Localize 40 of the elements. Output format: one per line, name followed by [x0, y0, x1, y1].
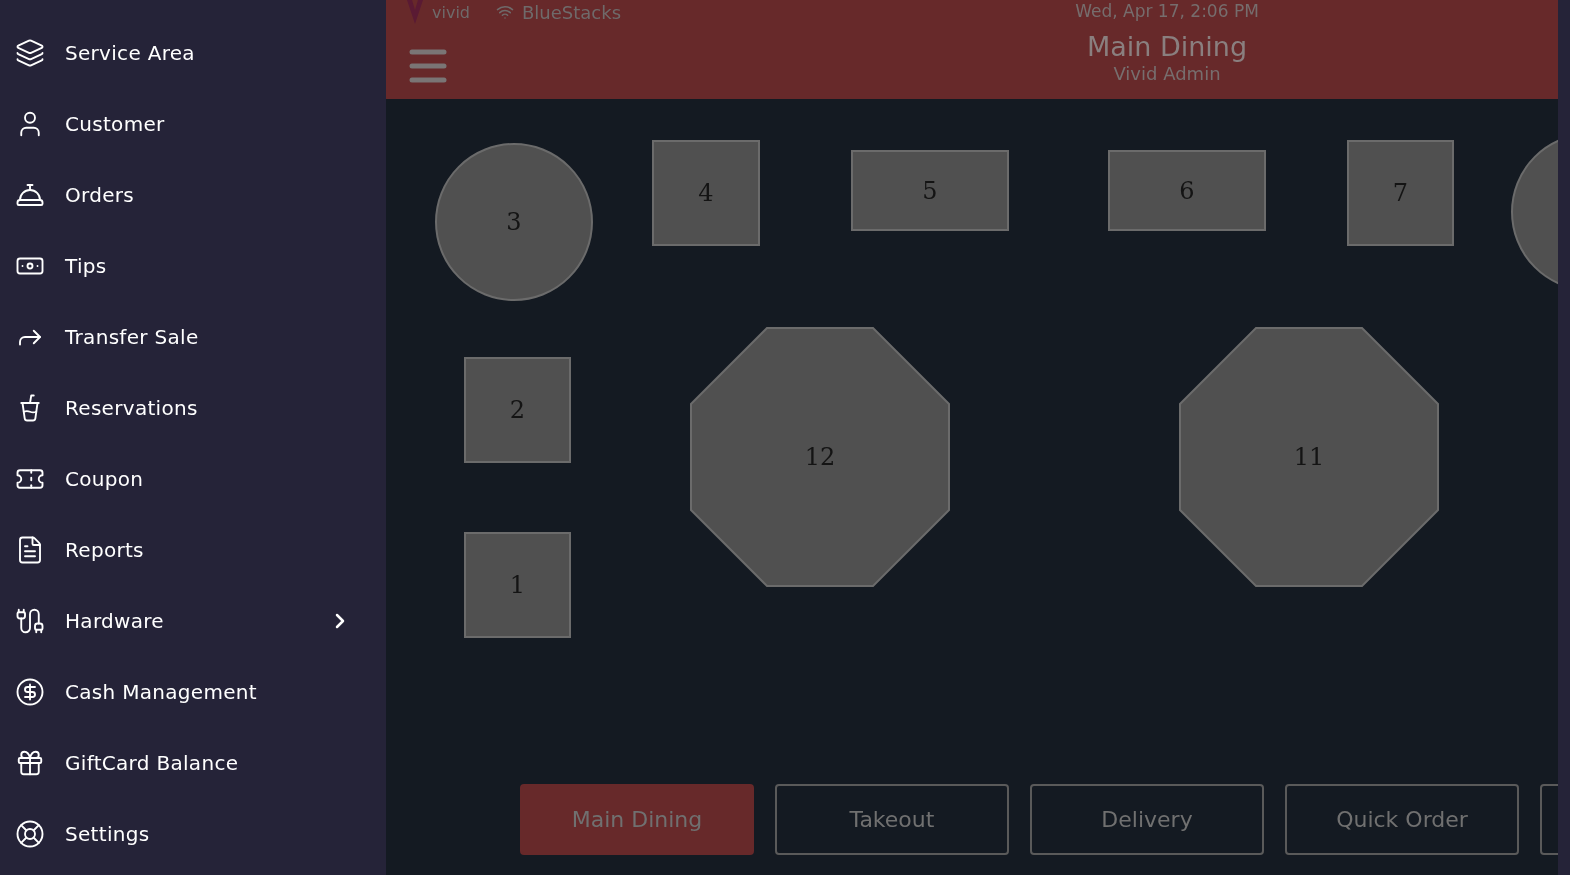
menu-item[interactable]: Customer	[0, 88, 386, 159]
date-time: Wed, Apr 17, 2:06 PM	[1075, 1, 1259, 23]
menu-item[interactable]: Coupon	[0, 443, 386, 514]
menu-item[interactable]: Reports	[0, 514, 386, 585]
layers-icon	[15, 37, 45, 68]
menu-label: Reservations	[65, 395, 199, 420]
menu-label: Transfer Sale	[65, 324, 200, 349]
user-name: Vivid Admin	[1113, 63, 1221, 85]
menu-item[interactable]: Tips	[0, 230, 386, 301]
wifi-icon	[496, 3, 514, 21]
table-number: 12	[804, 443, 836, 471]
page-title: Main Dining	[1086, 31, 1248, 63]
octagon-table[interactable]	[690, 327, 950, 587]
menu-item[interactable]: Cash Management	[0, 656, 386, 727]
menu-label: Hardware	[65, 608, 165, 633]
lifebuoy-icon	[15, 818, 45, 849]
service-tab[interactable]: Takeout	[775, 784, 1009, 855]
menu-item[interactable]: Settings	[0, 798, 386, 869]
menu-label: Coupon	[65, 466, 145, 491]
menu-item[interactable]: Orders	[0, 159, 386, 230]
menu-item[interactable]: GiftCard Balance	[0, 727, 386, 798]
menu-label: Cash Management	[65, 679, 258, 704]
octagon-table[interactable]	[1179, 327, 1439, 587]
menu-item[interactable]: Service Area	[0, 17, 386, 88]
menu-label: Settings	[65, 821, 151, 846]
menu-label: Customer	[65, 111, 166, 136]
menu-label: Orders	[65, 182, 136, 207]
service-tab[interactable]: Quick Order	[1285, 784, 1519, 855]
app-name: vivid	[432, 2, 470, 22]
menu-label: Service Area	[65, 40, 196, 65]
menu-item[interactable]: Reservations	[0, 372, 386, 443]
menu-label: GiftCard Balance	[65, 750, 240, 775]
dollar-icon	[15, 676, 45, 707]
service-tab[interactable]: Delivery	[1030, 784, 1264, 855]
menu-item[interactable]: Transfer Sale	[0, 301, 386, 372]
menu-label: Tips	[65, 253, 108, 278]
menu-label: Reports	[65, 537, 145, 562]
menu-item[interactable]: Hardware	[0, 585, 386, 656]
network-name: BlueStacks	[522, 1, 622, 23]
table-number: 11	[1293, 443, 1325, 471]
